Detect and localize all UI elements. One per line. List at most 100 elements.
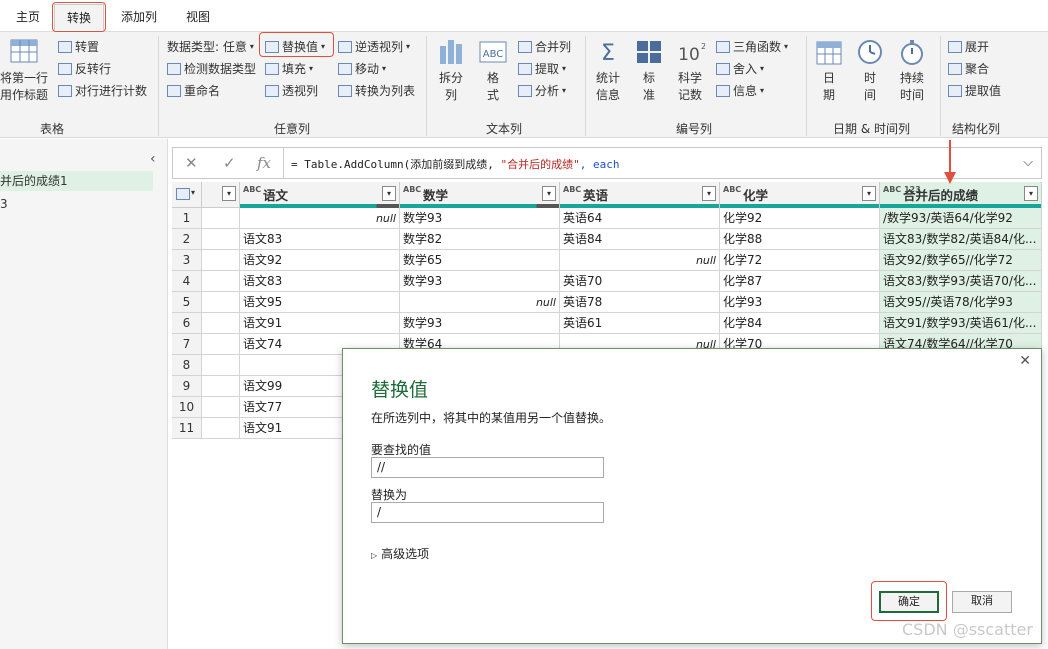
aggregate-button[interactable]: 聚合 [948,60,989,77]
table-cell[interactable]: 化学88 [720,229,880,250]
reverse-rows-icon [58,62,72,75]
trigonometry-button[interactable]: 三角函数 ▾ [716,38,788,55]
table-icon [10,39,38,63]
convert-to-list-button[interactable]: 转换为列表 [338,82,415,99]
query-item[interactable]: 并后的成绩1 [0,171,153,191]
duration-button[interactable]: 持续 时间 [894,38,930,104]
table-cell[interactable]: 英语64 [560,208,720,229]
rename-button[interactable]: 重命名 [167,82,220,99]
filter-dropdown-icon[interactable]: ▾ [222,186,236,201]
index-cell [202,271,240,292]
query-item[interactable]: 3 [0,194,153,214]
merge-columns-button[interactable]: 合并列 [518,38,571,55]
cancel-button[interactable]: 取消 [952,591,1012,613]
split-column-button[interactable]: 拆分 列 [434,38,468,104]
statistics-button[interactable]: Σ 统计 信息 [590,38,626,104]
extract-button[interactable]: 提取 ▾ [518,60,566,77]
table-cell[interactable]: 语文92 [240,250,400,271]
advanced-options-toggle[interactable]: ▷ 高级选项 [371,545,429,562]
transpose-button[interactable]: 转置 [58,38,99,55]
filter-dropdown-icon[interactable]: ▾ [1024,186,1038,201]
filter-dropdown-icon[interactable]: ▾ [382,186,396,201]
cancel-formula-icon[interactable]: ✕ [185,154,198,172]
tab-add-column[interactable]: 添加列 [112,4,166,30]
table-cell[interactable]: 数学93 [400,208,560,229]
rounding-button[interactable]: 舍入 ▾ [716,60,764,77]
replace-with-input[interactable]: / [371,502,604,523]
collapse-chevron-icon[interactable]: ‹ [150,151,156,167]
index-cell [202,313,240,334]
table-cell[interactable]: 化学84 [720,313,880,334]
expand-button[interactable]: 展开 [948,38,989,55]
column-header[interactable]: ABC 123 合并后的成绩 ▾ [880,182,1042,208]
index-cell [202,334,240,355]
close-icon[interactable]: ✕ [1019,353,1031,369]
table-cell[interactable]: 化学72 [720,250,880,271]
column-header[interactable]: ABC 化学 ▾ [720,182,880,208]
table-cell[interactable]: 数学93 [400,271,560,292]
information-icon [716,84,730,97]
time-button[interactable]: 时 间 [855,38,885,104]
index-column-header[interactable]: ▾ [202,182,240,208]
extract-values-button[interactable]: 提取值 [948,82,1001,99]
table-cell[interactable]: 数学65 [400,250,560,271]
filter-dropdown-icon[interactable]: ▾ [542,186,556,201]
table-cell[interactable]: 语文95//英语78/化学93 [880,292,1042,313]
date-button[interactable]: 日 期 [814,38,844,104]
table-cell[interactable]: 化学93 [720,292,880,313]
detect-data-type-button[interactable]: 检测数据类型 [167,60,256,77]
unpivot-columns-button[interactable]: 逆透视列 ▾ [338,38,410,55]
formula-input[interactable]: = Table.AddColumn(添加前缀到成绩, "合并后的成绩", eac… [291,156,619,172]
fill-button[interactable]: 填充 ▾ [265,60,313,77]
column-header[interactable]: ABC 英语 ▾ [560,182,720,208]
table-menu-button[interactable]: ▾ [172,182,202,208]
sigma-icon: Σ [601,41,615,66]
table-cell[interactable]: 英语84 [560,229,720,250]
table-cell[interactable]: 英语61 [560,313,720,334]
table-cell[interactable]: 语文83/数学93/英语70/化... [880,271,1042,292]
filter-dropdown-icon[interactable]: ▾ [862,186,876,201]
table-cell[interactable]: 语文83 [240,229,400,250]
parse-label: 分析 [535,84,560,98]
format-button[interactable]: ABC 格 式 [475,38,511,104]
index-cell [202,292,240,313]
column-header[interactable]: ABC 语文 ▾ [240,182,400,208]
table-cell[interactable]: null [400,292,560,313]
use-first-row-as-headers-button[interactable]: 将第一行 用作标题 [0,38,50,104]
column-header[interactable]: ABC 数学 ▾ [400,182,560,208]
table-cell[interactable]: 英语70 [560,271,720,292]
table-cell[interactable]: 语文91 [240,313,400,334]
parse-button[interactable]: 分析 ▾ [518,82,566,99]
commit-formula-icon[interactable]: ✓ [223,154,236,172]
fx-icon[interactable]: fx [257,154,271,172]
table-cell[interactable]: 语文92/数学65//化学72 [880,250,1042,271]
table-cell[interactable]: 语文95 [240,292,400,313]
reverse-rows-label: 反转行 [75,62,112,76]
expand-formula-chevron-icon[interactable]: ⌵ [1023,155,1033,170]
table-cell[interactable]: 数学82 [400,229,560,250]
data-type-dropdown[interactable]: 数据类型: 任意 ▾ [167,38,254,55]
pivot-column-button[interactable]: 透视列 [265,82,318,99]
scientific-button[interactable]: 10 2 科学 记数 [672,38,708,104]
tab-view[interactable]: 视图 [176,4,220,30]
table-cell[interactable]: /数学93/英语64/化学92 [880,208,1042,229]
tab-home[interactable]: 主页 [6,4,50,30]
filter-dropdown-icon[interactable]: ▾ [702,186,716,201]
table-cell[interactable]: 数学93 [400,313,560,334]
table-cell[interactable]: 语文83/数学82/英语84/化... [880,229,1042,250]
table-cell[interactable]: 化学92 [720,208,880,229]
column-title: 英语 [583,188,609,203]
table-cell[interactable]: 语文83 [240,271,400,292]
find-value-input[interactable]: // [371,457,604,478]
table-cell[interactable]: 英语78 [560,292,720,313]
move-button[interactable]: 移动 ▾ [338,60,386,77]
table-cell[interactable]: null [240,208,400,229]
reverse-rows-button[interactable]: 反转行 [58,60,111,77]
count-rows-button[interactable]: 对行进行计数 [58,82,147,99]
row-number: 10 [172,397,202,418]
information-button[interactable]: 信息 ▾ [716,82,764,99]
table-cell[interactable]: 化学87 [720,271,880,292]
standard-button[interactable]: 标 准 [634,38,664,104]
table-cell[interactable]: null [560,250,720,271]
table-cell[interactable]: 语文91/数学93/英语61/化... [880,313,1042,334]
